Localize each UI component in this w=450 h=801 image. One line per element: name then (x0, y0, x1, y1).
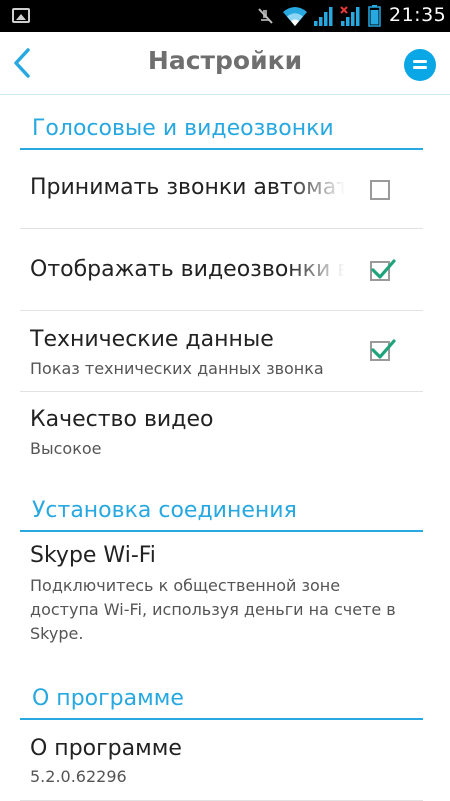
setting-title: Skype Wi-Fi (30, 543, 156, 568)
setting-auto-answer[interactable]: Принимать звонки автомат (20, 149, 423, 229)
checkmark-icon (371, 259, 396, 279)
section-header-calls: Голосовые и видеозвонки (20, 108, 423, 150)
image-icon (12, 8, 30, 23)
setting-skype-wifi[interactable]: Skype Wi-Fi Подключитесь к общественной … (20, 532, 423, 664)
setting-video-quality[interactable]: Качество видео Высокое (20, 392, 423, 472)
signal-icon (314, 7, 333, 26)
page-title: Настройки (147, 46, 303, 75)
setting-title: Отображать видеозвонки в (30, 257, 345, 282)
setting-title: Качество видео (30, 407, 214, 432)
setting-subtitle: Показ технических данных звонка (30, 359, 324, 378)
menu-button[interactable] (404, 49, 436, 81)
section-title: О программе (32, 686, 184, 711)
section-title: Установка соединения (32, 498, 297, 523)
section-title: Голосовые и видеозвонки (32, 116, 334, 141)
wifi-icon (283, 7, 307, 26)
setting-subtitle: Подключитесь к общественной зоне доступа… (30, 576, 396, 643)
app-header: Настройки (0, 32, 450, 95)
checkmark-icon (371, 339, 396, 359)
setting-subtitle: Высокое (30, 439, 102, 458)
section-header-about: О программе (20, 676, 423, 720)
battery-icon (368, 5, 381, 27)
setting-title: Технические данные (30, 327, 274, 352)
setting-technical-data[interactable]: Технические данные Показ технических дан… (20, 311, 423, 392)
menu-icon-bar (413, 66, 427, 69)
section-header-connection: Установка соединения (20, 490, 423, 532)
setting-title: О программе (30, 736, 182, 761)
setting-show-video[interactable]: Отображать видеозвонки в (20, 229, 423, 311)
setting-about[interactable]: О программе 5.2.0.62296 (20, 720, 423, 801)
auto-answer-checkbox[interactable] (370, 180, 390, 200)
menu-icon (413, 60, 427, 63)
technical-data-checkbox[interactable] (370, 339, 396, 361)
mute-icon (258, 8, 273, 24)
setting-title: Принимать звонки автомат (30, 175, 345, 200)
status-time: 21:35 (389, 4, 447, 26)
setting-subtitle: 5.2.0.62296 (30, 767, 127, 786)
signal-no-data-icon (340, 6, 360, 26)
show-video-checkbox[interactable] (370, 259, 396, 281)
status-bar: 21:35 (0, 0, 450, 32)
